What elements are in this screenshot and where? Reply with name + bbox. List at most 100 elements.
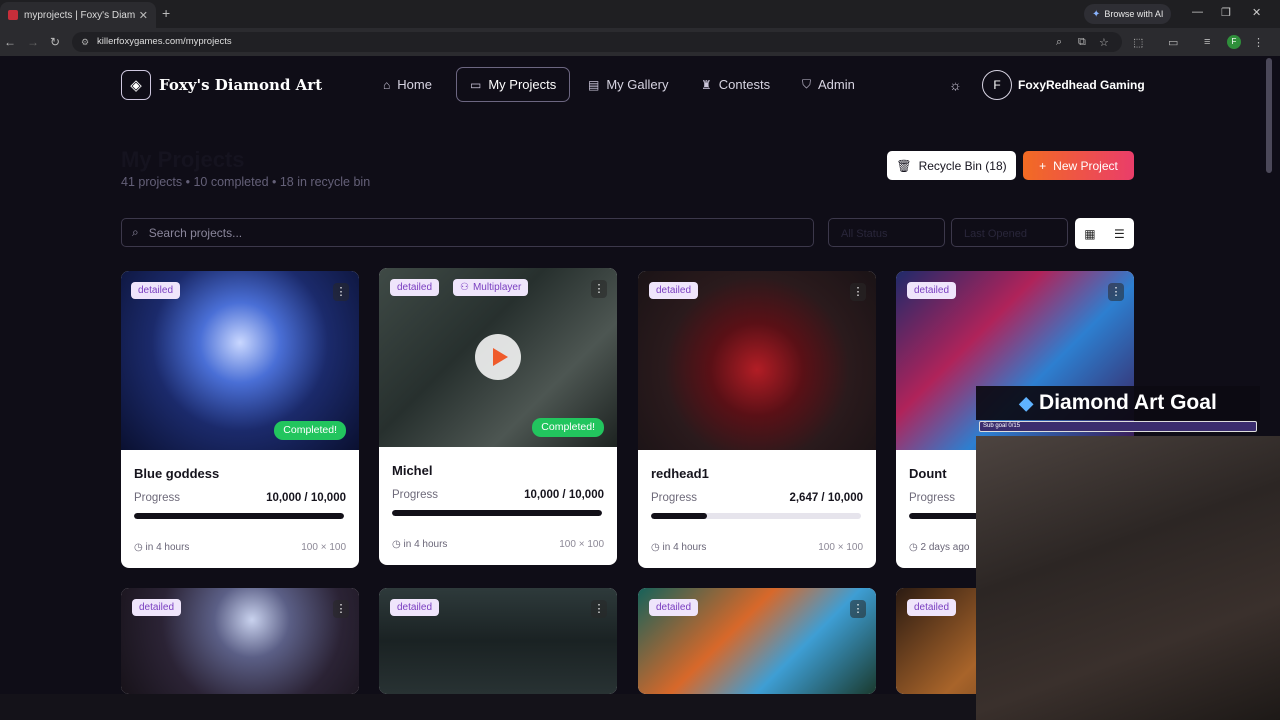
project-thumbnail[interactable]: detailed ⚇ Multiplayer ⋮ Completed! [379, 268, 617, 447]
username[interactable]: FoxyRedhead Gaming [1018, 78, 1145, 92]
browse-ai-button[interactable]: ✦ Browse with AI [1084, 4, 1172, 24]
user-avatar[interactable]: F [982, 70, 1012, 100]
browser-profile-avatar[interactable]: F [1227, 35, 1241, 49]
project-stats: 41 projects • 10 completed • 18 in recyc… [121, 175, 371, 189]
users-icon: ⚇ [460, 282, 469, 293]
more-options-icon[interactable]: ⋮ [850, 600, 866, 618]
more-options-icon[interactable]: ⋮ [591, 280, 607, 298]
theme-toggle-sun-icon[interactable]: ☼ [949, 77, 962, 93]
webcam-feed [976, 436, 1280, 720]
search-icon: ⌕ [132, 225, 139, 239]
more-options-icon[interactable]: ⋮ [1108, 283, 1124, 301]
forward-icon[interactable]: → [27, 35, 39, 49]
progress-label: Progress [651, 492, 698, 504]
bottom-strip [0, 694, 976, 720]
media-icon[interactable]: ≡ [1204, 36, 1210, 48]
folder-icon: ▭ [470, 77, 482, 92]
close-tab-icon[interactable]: ✕ [139, 9, 148, 22]
time-label: ◷ 2 days ago [909, 542, 970, 553]
page-scrollbar[interactable] [1266, 58, 1272, 173]
progress-value: 10,000 / 10,000 [524, 489, 604, 501]
new-tab-icon[interactable]: + [162, 5, 170, 21]
grid-size: 100 × 100 [559, 539, 604, 550]
project-name: Blue goddess [134, 466, 220, 481]
sort-select[interactable]: Last Opened [951, 218, 1068, 247]
sidepanel-icon[interactable]: ▭ [1168, 36, 1178, 49]
project-thumbnail[interactable]: detailed ⋮ [638, 588, 876, 694]
back-icon[interactable]: ← [4, 35, 16, 49]
progress-bar [392, 510, 602, 516]
cast-icon[interactable]: ⧉ [1078, 36, 1086, 49]
more-options-icon[interactable]: ⋮ [333, 283, 349, 301]
restore-icon[interactable]: ❐ [1221, 6, 1231, 19]
tag-badge: detailed [390, 599, 440, 616]
completed-badge: Completed! [532, 418, 604, 437]
time-text: in 4 hours [145, 542, 190, 553]
nav-label: My Gallery [606, 77, 669, 92]
project-thumbnail[interactable]: detailed ⋮ Completed! [121, 271, 359, 450]
project-thumbnail[interactable]: detailed ⋮ [379, 588, 617, 694]
tag-badge: detailed [390, 279, 440, 296]
bookmark-star-icon[interactable]: ☆ [1099, 36, 1109, 49]
progress-value: 2,647 / 10,000 [789, 492, 863, 504]
project-card-michel[interactable]: detailed ⚇ Multiplayer ⋮ Completed! Miche… [379, 268, 617, 565]
browser-toolbar: ← → ↻ ⚙ killerfoxygames.com/myprojects ⌕… [0, 28, 1280, 56]
progress-label: Progress [134, 492, 181, 504]
nav-contests[interactable]: ♜ Contests [688, 67, 783, 102]
project-thumbnail[interactable]: detailed ⋮ [121, 588, 359, 694]
trash-icon: 🗑 [896, 158, 912, 173]
more-options-icon[interactable]: ⋮ [333, 600, 349, 618]
menu-kebab-icon[interactable]: ⋮ [1253, 36, 1264, 49]
more-options-icon[interactable]: ⋮ [850, 283, 866, 301]
project-card[interactable]: detailed ⋮ [121, 588, 359, 694]
zoom-icon[interactable]: ⌕ [1056, 36, 1062, 49]
nav-admin[interactable]: ⛉ Admin [789, 67, 868, 102]
grid-view-icon[interactable]: ▦ [1084, 227, 1095, 241]
nav-my-projects[interactable]: ▭ My Projects [456, 67, 571, 102]
nav-home[interactable]: ⌂ Home [370, 67, 445, 102]
project-thumbnail[interactable]: detailed ⋮ [638, 271, 876, 450]
search-input[interactable] [148, 225, 749, 240]
search-box: ⌕ [121, 218, 814, 247]
favicon-icon [8, 10, 18, 20]
project-card-blue-goddess[interactable]: detailed ⋮ Completed! Blue goddess Progr… [121, 271, 359, 568]
nav-label: Home [397, 77, 432, 92]
browser-tab[interactable]: myprojects | Foxy's Diamond Art ✕ [0, 2, 156, 28]
site-logo[interactable]: ◈ Foxy's Diamond Art [121, 70, 322, 100]
progress-fill [651, 513, 707, 519]
close-window-icon[interactable]: ✕ [1252, 6, 1261, 19]
extensions-icon[interactable]: ⬚ [1133, 36, 1143, 49]
new-project-button[interactable]: + New Project [1023, 151, 1134, 180]
project-name: redhead1 [651, 466, 709, 481]
list-view-icon[interactable]: ☰ [1114, 227, 1125, 241]
play-icon[interactable] [475, 334, 521, 380]
home-icon: ⌂ [383, 77, 391, 92]
recycle-bin-button[interactable]: 🗑 Recycle Bin (18) [887, 151, 1016, 180]
project-card[interactable]: detailed ⋮ [379, 588, 617, 694]
project-card[interactable]: detailed ⋮ [638, 588, 876, 694]
status-filter-select[interactable]: All Status [828, 218, 945, 247]
grid-size: 100 × 100 [818, 542, 863, 553]
time-label: ◷ in 4 hours [134, 542, 190, 553]
page-title: My Projects [121, 147, 245, 172]
reload-icon[interactable]: ↻ [50, 35, 60, 49]
progress-bar [134, 513, 344, 519]
more-options-icon[interactable]: ⋮ [591, 600, 607, 618]
tag-badge: detailed [907, 599, 957, 616]
stream-goal-overlay: ◆ Diamond Art Goal [976, 386, 1260, 420]
address-bar[interactable]: ⚙ killerfoxygames.com/myprojects [72, 32, 1122, 52]
tag-badge: detailed [132, 599, 182, 616]
nav-label: My Projects [488, 77, 557, 92]
nav-my-gallery[interactable]: ▤ My Gallery [575, 67, 681, 102]
time-label: ◷ in 4 hours [392, 539, 448, 550]
gallery-icon: ▤ [588, 77, 600, 92]
time-text: in 4 hours [403, 539, 448, 550]
minimize-icon[interactable]: — [1192, 6, 1203, 18]
time-text: in 4 hours [662, 542, 707, 553]
time-label: ◷ in 4 hours [651, 542, 707, 553]
browse-ai-label: Browse with AI [1104, 9, 1164, 19]
site-info-icon[interactable]: ⚙ [81, 32, 89, 52]
project-card-redhead1[interactable]: detailed ⋮ redhead1 Progress 2,647 / 10,… [638, 271, 876, 568]
goal-title: Diamond Art Goal [1039, 391, 1217, 414]
progress-bar [651, 513, 861, 519]
